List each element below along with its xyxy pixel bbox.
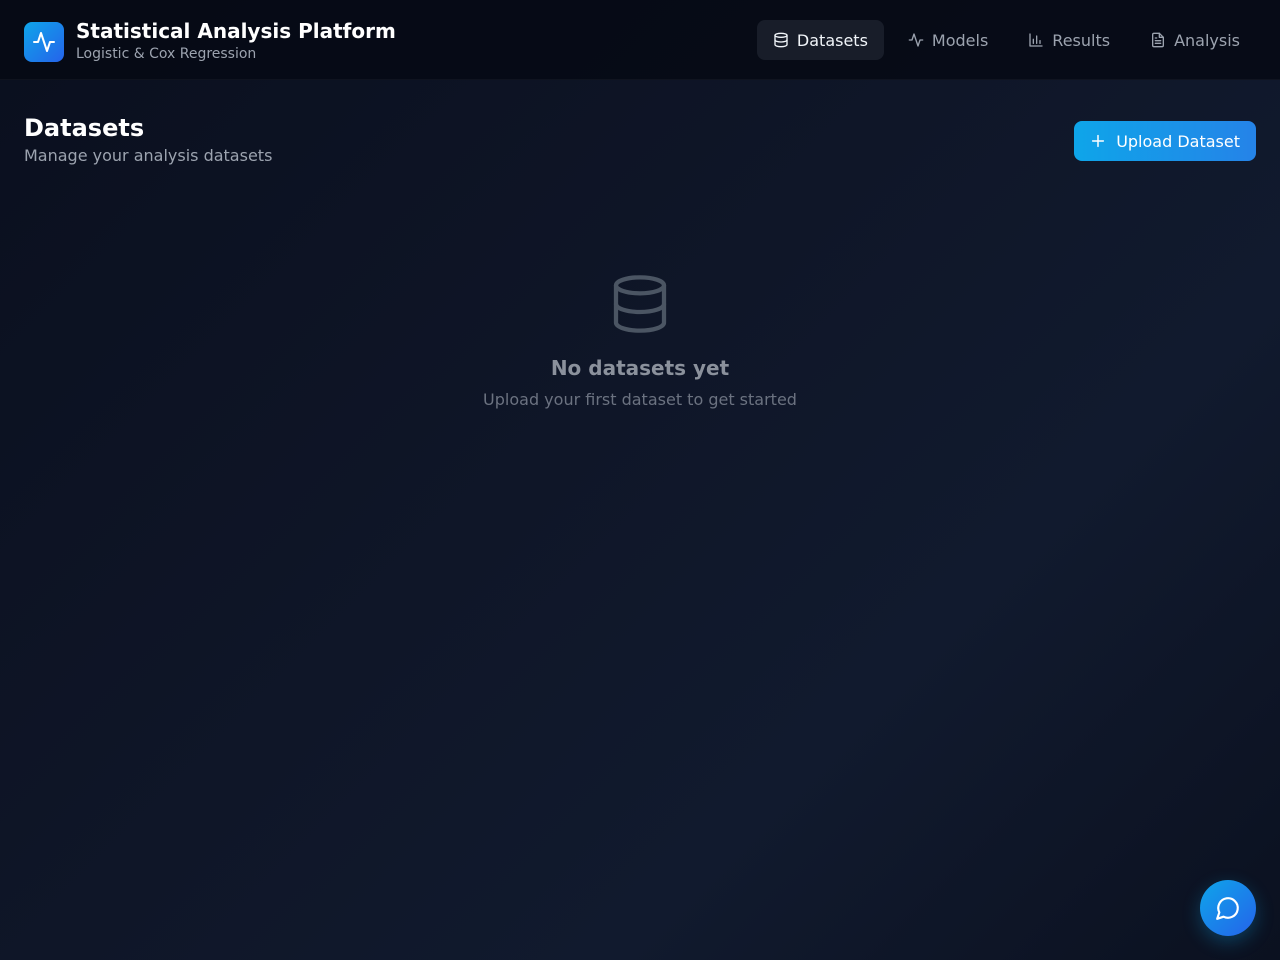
chat-button[interactable]: [1200, 880, 1256, 936]
main-nav: Datasets Models Results Analysis: [756, 20, 1256, 60]
activity-pulse-icon: [33, 31, 55, 52]
brand[interactable]: Statistical Analysis Platform Logistic &…: [24, 20, 396, 63]
app-title: Statistical Analysis Platform: [76, 19, 396, 43]
app-logo: [24, 21, 64, 62]
plus-icon: [1092, 134, 1105, 148]
nav-item-label: Models: [931, 30, 989, 50]
activity-icon: [908, 33, 924, 47]
empty-state: No datasets yet Upload your first datase…: [0, 272, 1280, 410]
nav-item-models[interactable]: Models: [892, 20, 1004, 60]
chat-bubble-icon: [1216, 897, 1239, 920]
file-text-icon: [1152, 32, 1165, 48]
empty-state-title: No datasets yet: [550, 356, 730, 380]
app-header: Statistical Analysis Platform Logistic &…: [0, 0, 1280, 80]
empty-state-subtitle: Upload your first dataset to get started: [483, 390, 797, 409]
nav-item-label: Analysis: [1174, 30, 1240, 50]
nav-item-datasets[interactable]: Datasets: [756, 20, 884, 60]
page-title: Datasets: [24, 114, 145, 142]
database-icon: [613, 275, 667, 333]
bar-chart-icon: [1029, 33, 1043, 47]
nav-item-results[interactable]: Results: [1012, 20, 1126, 60]
database-icon: [774, 32, 788, 48]
app-subtitle: Logistic & Cox Regression: [76, 46, 257, 62]
nav-item-analysis[interactable]: Analysis: [1134, 20, 1256, 60]
page-heading: Datasets Manage your analysis datasets: [24, 114, 272, 166]
nav-item-label: Datasets: [796, 30, 868, 50]
upload-dataset-label: Upload Dataset: [1116, 131, 1240, 151]
upload-dataset-button[interactable]: Upload Dataset: [1074, 121, 1256, 161]
page-subtitle: Manage your analysis datasets: [24, 146, 273, 165]
nav-item-label: Results: [1052, 30, 1111, 50]
